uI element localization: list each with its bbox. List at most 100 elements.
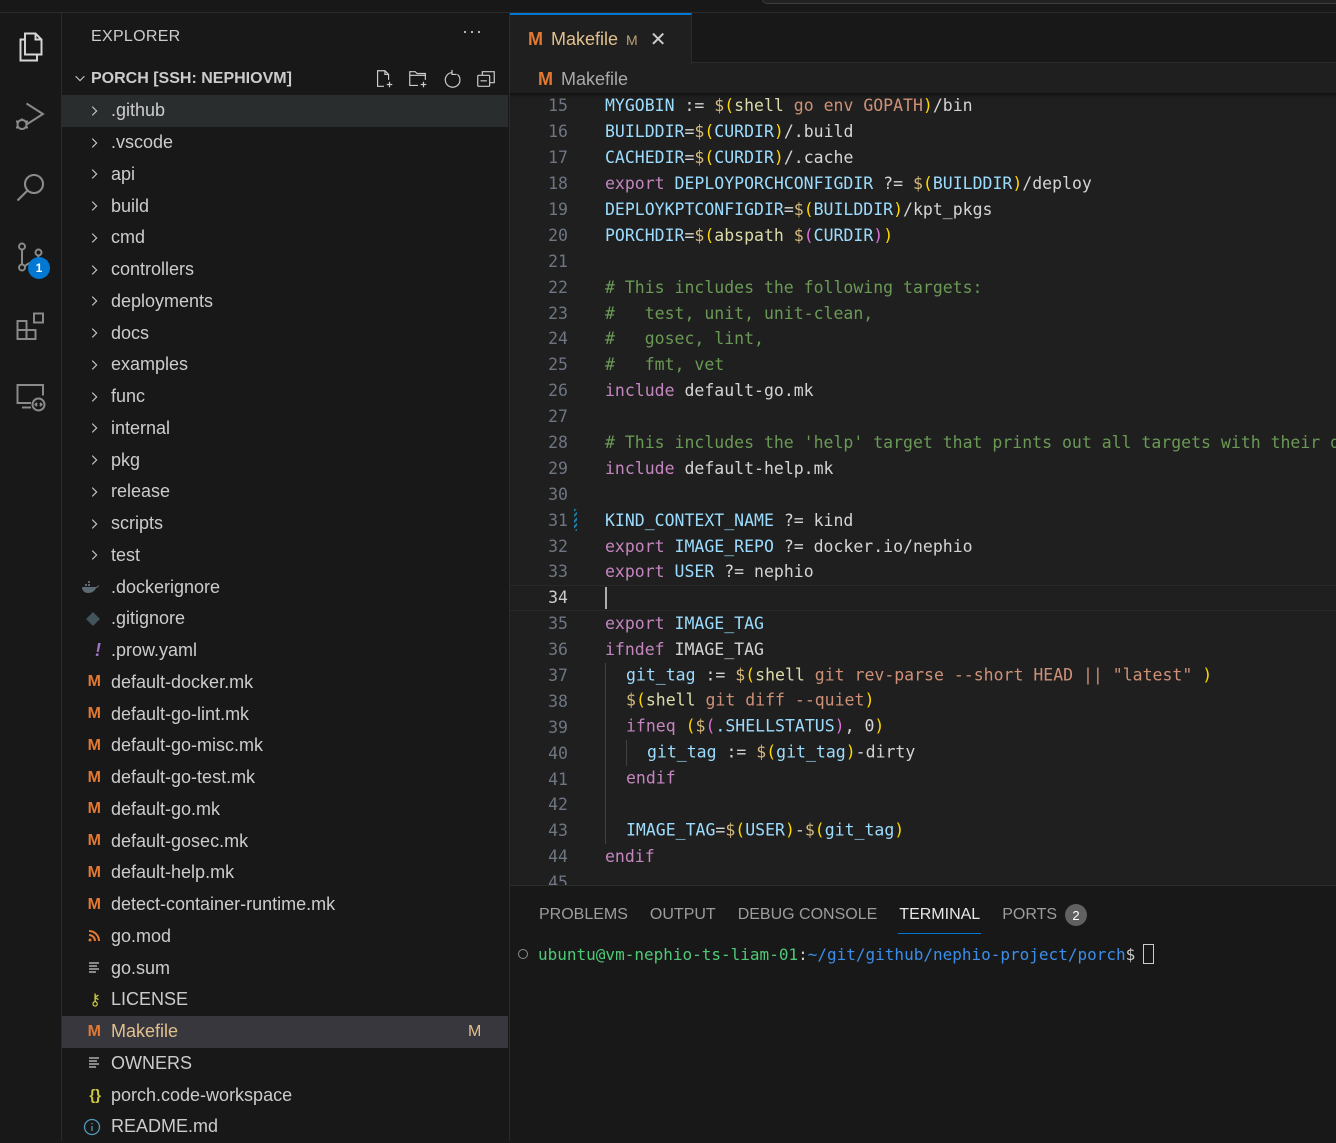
tree-file[interactable]: go.sum (62, 952, 508, 984)
new-file-button[interactable] (372, 67, 396, 91)
code-line[interactable]: 16 BUILDDIR=$(CURDIR)/.build (510, 119, 1336, 145)
code-line[interactable]: 44 endif (510, 844, 1336, 870)
gutter (568, 248, 605, 274)
code-line[interactable]: 41 endif (510, 766, 1336, 793)
workspace-section-header[interactable]: PORCH [SSH: NEPHIOVM] (62, 65, 508, 93)
tree-folder[interactable]: func (62, 381, 508, 413)
line-number: 31 (548, 510, 568, 530)
panel-tab-ports[interactable]: PORTS 2 (991, 896, 1098, 934)
code-line[interactable]: 35 export IMAGE_TAG (510, 611, 1336, 637)
tree-file[interactable]: Mdefault-go-test.mk (62, 762, 508, 794)
code-line[interactable]: 19 DEPLOYKPTCONFIGDIR=$(BUILDDIR)/kpt_pkg… (510, 197, 1336, 223)
line-content: $(shell git diff --quiet) (605, 688, 874, 715)
tree-file[interactable]: M Makefile M (62, 1015, 508, 1048)
tree-file[interactable]: Mdefault-go.mk (62, 794, 508, 826)
code-line[interactable]: 18 export DEPLOYPORCHCONFIGDIR ?= $(BUILD… (510, 171, 1336, 197)
panel-tab-debug-console[interactable]: DEBUG CONSOLE (727, 896, 889, 934)
info-icon (62, 1118, 111, 1136)
refresh-button[interactable] (440, 67, 464, 91)
activity-extensions[interactable] (0, 297, 62, 357)
tree-file[interactable]: README.md (62, 1111, 508, 1143)
tree-file[interactable]: Mdefault-gosec.mk (62, 825, 508, 857)
tree-folder[interactable]: internal (62, 413, 508, 445)
line-content: endif (605, 766, 676, 793)
code-line[interactable]: 40 git_tag := $(git_tag)-dirty (510, 740, 1336, 767)
tree-file[interactable]: go.mod (62, 921, 508, 953)
command-center[interactable] (762, 0, 1336, 4)
code-line[interactable]: 26 include default-go.mk (510, 378, 1336, 404)
code-line[interactable]: 34 (510, 584, 1336, 611)
tree-folder[interactable]: pkg (62, 444, 508, 476)
tree-folder[interactable]: build (62, 190, 508, 222)
code-token: $ (725, 820, 736, 840)
new-folder-button[interactable] (406, 67, 430, 91)
panel-tab-output[interactable]: OUTPUT (639, 896, 727, 934)
code-line[interactable]: 31 KIND_CONTEXT_NAME ?= kind (510, 507, 1336, 533)
tree-file[interactable]: {} porch.code-workspace (62, 1079, 508, 1111)
code-token: default-help.mk (674, 458, 834, 478)
code-token: go env GOPATH (783, 96, 923, 116)
tree-folder[interactable]: release (62, 476, 508, 508)
code-line[interactable]: 22 # This includes the following targets: (510, 274, 1336, 300)
tree-file[interactable]: OWNERS (62, 1048, 508, 1080)
tree-file[interactable]: Mdefault-go-misc.mk (62, 730, 508, 762)
code-line[interactable]: 20 PORCHDIR=$(abspath $(CURDIR)) (510, 222, 1336, 248)
tree-file[interactable]: ! .prow.yaml (62, 635, 508, 667)
tree-file[interactable]: Mdetect-container-runtime.mk (62, 889, 508, 921)
tree-folder[interactable]: test (62, 540, 508, 572)
code-line[interactable]: 21 (510, 248, 1336, 274)
code-line[interactable]: 25 # fmt, vet (510, 352, 1336, 378)
tree-file[interactable]: .dockerignore (62, 571, 508, 603)
terminal-line[interactable]: ubuntu@vm-nephio-ts-liam-01: ~/git/github… (518, 944, 1155, 964)
line-content: IMAGE_TAG=$(USER)-$(git_tag) (605, 817, 904, 844)
tree-folder[interactable]: docs (62, 317, 508, 349)
tree-folder[interactable]: .vscode (62, 127, 508, 159)
text-file-icon (62, 1056, 111, 1070)
code-line[interactable]: 32 export IMAGE_REPO ?= docker.io/nephio (510, 533, 1336, 559)
code-line[interactable]: 27 (510, 404, 1336, 430)
activity-search[interactable] (0, 157, 62, 217)
tree-folder[interactable]: examples (62, 349, 508, 381)
code-line[interactable]: 29 include default-help.mk (510, 455, 1336, 481)
activity-explorer[interactable] (0, 17, 62, 77)
tree-file[interactable]: Mdefault-help.mk (62, 857, 508, 889)
tree-folder[interactable]: deployments (62, 286, 508, 318)
activity-run-debug[interactable] (0, 87, 62, 147)
tree-folder[interactable]: scripts (62, 508, 508, 540)
code-line[interactable]: 28 # This includes the 'help' target that… (510, 430, 1336, 456)
code-line[interactable]: 37 git_tag := $(shell git rev-parse --sho… (510, 662, 1336, 689)
panel-tab-problems[interactable]: PROBLEMS (528, 896, 639, 934)
code-line[interactable]: 42 (510, 792, 1336, 818)
code-line[interactable]: 38 $(shell git diff --quiet) (510, 688, 1336, 715)
tab-makefile[interactable]: M Makefile M ✕ (510, 13, 692, 64)
more-actions-button[interactable]: ··· (462, 21, 483, 42)
dirty-diff-indicator[interactable] (568, 507, 605, 533)
code-editor[interactable]: 15 MYGOBIN := $(shell go env GOPATH)/bin 1… (510, 93, 1336, 885)
code-line[interactable]: 45 (510, 870, 1336, 885)
tree-folder[interactable]: .github (62, 95, 508, 127)
close-icon[interactable]: ✕ (650, 27, 667, 52)
collapse-all-button[interactable] (474, 67, 498, 91)
activity-remote-explorer[interactable] (0, 367, 62, 427)
code-line[interactable]: 30 (510, 481, 1336, 507)
tree-folder[interactable]: cmd (62, 222, 508, 254)
code-line[interactable]: 17 CACHEDIR=$(CURDIR)/.cache (510, 145, 1336, 171)
code-line[interactable]: 39 ifneq ($(.SHELLSTATUS), 0) (510, 714, 1336, 741)
code-line[interactable]: 15 MYGOBIN := $(shell go env GOPATH)/bin (510, 93, 1336, 119)
code-line[interactable]: 33 export USER ?= nephio (510, 559, 1336, 585)
tree-file[interactable]: ⚷ LICENSE (62, 984, 508, 1016)
tree-file[interactable]: .gitignore (62, 603, 508, 635)
code-line[interactable]: 43 IMAGE_TAG=$(USER)-$(git_tag) (510, 817, 1336, 844)
breadcrumb-item[interactable]: Makefile (561, 69, 628, 90)
code-line[interactable]: 36 ifndef IMAGE_TAG (510, 637, 1336, 663)
activity-source-control[interactable]: 1 (0, 227, 62, 287)
panel-tab-terminal[interactable]: TERMINAL (888, 896, 991, 934)
indent-guide (605, 792, 626, 818)
tree-file[interactable]: Mdefault-docker.mk (62, 667, 508, 699)
tree-file[interactable]: Mdefault-go-lint.mk (62, 698, 508, 730)
line-number: 27 (548, 407, 568, 427)
code-line[interactable]: 23 # test, unit, unit-clean, (510, 300, 1336, 326)
tree-folder[interactable]: api (62, 159, 508, 191)
code-line[interactable]: 24 # gosec, lint, (510, 326, 1336, 352)
tree-folder[interactable]: controllers (62, 254, 508, 286)
